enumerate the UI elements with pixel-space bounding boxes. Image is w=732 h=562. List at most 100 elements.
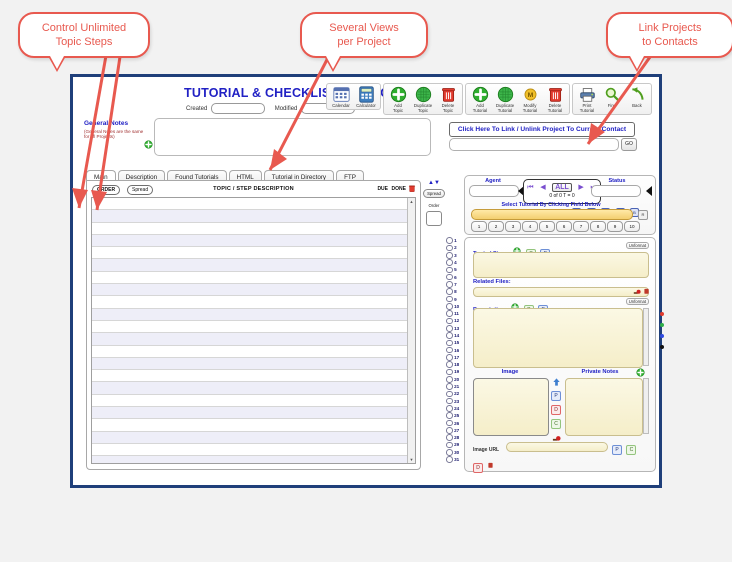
green-plus-icon[interactable] xyxy=(636,368,645,377)
url-delete-button[interactable]: D xyxy=(473,463,483,473)
table-row[interactable] xyxy=(92,456,407,464)
table-row[interactable] xyxy=(92,235,407,247)
step-radio[interactable] xyxy=(446,434,453,441)
tutorial-number-button-4[interactable]: 4 xyxy=(522,221,538,232)
list-item[interactable]: 6 xyxy=(446,273,463,280)
list-item[interactable]: 25 xyxy=(446,412,463,419)
table-row[interactable] xyxy=(92,395,407,407)
list-item[interactable]: 7 xyxy=(446,281,463,288)
step-radio[interactable] xyxy=(446,325,453,332)
table-row[interactable] xyxy=(92,309,407,321)
list-item[interactable]: 24 xyxy=(446,405,463,412)
step-radio[interactable] xyxy=(446,288,453,295)
topic-step-input[interactable] xyxy=(473,252,649,278)
list-item[interactable]: 9 xyxy=(446,295,463,302)
image-copy-button[interactable]: C xyxy=(551,419,561,429)
step-radio[interactable] xyxy=(446,332,453,339)
red-trash-icon[interactable] xyxy=(408,184,416,193)
list-item[interactable]: 12 xyxy=(446,317,463,324)
step-radio[interactable] xyxy=(446,398,453,405)
list-item[interactable]: 16 xyxy=(446,346,463,353)
list-item[interactable]: 5 xyxy=(446,266,463,273)
table-row[interactable] xyxy=(92,370,407,382)
list-item[interactable]: 1 xyxy=(446,237,463,244)
list-item[interactable]: 8 xyxy=(446,288,463,295)
table-row[interactable] xyxy=(92,358,407,370)
list-scrollbar[interactable]: ▲ ▼ xyxy=(407,198,415,463)
table-row[interactable] xyxy=(92,444,407,456)
step-radio[interactable] xyxy=(446,442,453,449)
url-copy-button[interactable]: C xyxy=(626,445,636,455)
step-radio[interactable] xyxy=(446,456,453,463)
table-row[interactable] xyxy=(92,321,407,333)
list-item[interactable]: 31 xyxy=(446,456,463,463)
table-row[interactable] xyxy=(92,407,407,419)
modify-tutorial-button[interactable]: M Modify Tutorial xyxy=(518,86,542,114)
step-radio[interactable] xyxy=(446,310,453,317)
first-record-icon[interactable]: ⏮ xyxy=(527,184,533,191)
list-item[interactable]: 3 xyxy=(446,252,463,259)
step-radio[interactable] xyxy=(446,281,453,288)
topic-step-rows[interactable]: ▲ ▼ xyxy=(91,197,416,464)
related-files-input[interactable] xyxy=(473,287,649,297)
tutorial-number-button-8[interactable]: 8 xyxy=(590,221,606,232)
previous-record-icon[interactable]: ◀ xyxy=(540,184,545,191)
select-tutorial-field[interactable] xyxy=(471,209,633,220)
step-radio[interactable] xyxy=(446,252,453,259)
list-item[interactable]: 27 xyxy=(446,427,463,434)
tutorial-number-button-2[interactable]: 2 xyxy=(488,221,504,232)
image-box[interactable] xyxy=(473,378,549,436)
url-paste-button[interactable]: P xyxy=(612,445,622,455)
step-radio[interactable] xyxy=(446,303,453,310)
color-swatch[interactable] xyxy=(660,323,664,327)
table-row[interactable] xyxy=(92,247,407,259)
list-item[interactable]: 29 xyxy=(446,441,463,448)
list-item[interactable]: 14 xyxy=(446,332,463,339)
step-radio[interactable] xyxy=(446,245,453,252)
list-item[interactable]: 10 xyxy=(446,303,463,310)
list-item[interactable]: 18 xyxy=(446,361,463,368)
step-radio[interactable] xyxy=(446,391,453,398)
step-radio[interactable] xyxy=(446,259,453,266)
list-item[interactable]: 28 xyxy=(446,434,463,441)
color-swatch[interactable] xyxy=(660,345,664,349)
add-topic-button[interactable]: Add Topic xyxy=(386,86,410,114)
step-radio[interactable] xyxy=(446,347,453,354)
table-row[interactable] xyxy=(92,432,407,444)
description-unformat-button[interactable]: Unformat xyxy=(626,298,649,305)
image-paste-button[interactable]: P xyxy=(551,391,561,401)
status-field[interactable] xyxy=(591,185,641,197)
list-item[interactable]: 15 xyxy=(446,339,463,346)
step-radio[interactable] xyxy=(446,361,453,368)
list-item[interactable]: 4 xyxy=(446,259,463,266)
table-row[interactable] xyxy=(92,419,407,431)
tutorial-number-button-10[interactable]: 10 xyxy=(624,221,640,232)
duplicate-tutorial-button[interactable]: Duplicate Tutorial xyxy=(493,86,517,114)
agent-field[interactable] xyxy=(469,185,519,197)
list-item[interactable]: 26 xyxy=(446,419,463,426)
step-radio[interactable] xyxy=(446,340,453,347)
list-item[interactable]: 22 xyxy=(446,390,463,397)
list-item[interactable]: 20 xyxy=(446,376,463,383)
duplicate-topic-button[interactable]: Duplicate Topic xyxy=(411,86,435,114)
reset-button[interactable]: R xyxy=(638,210,648,220)
step-radio[interactable] xyxy=(446,267,453,274)
list-item[interactable]: 30 xyxy=(446,449,463,456)
tutorial-number-button-1[interactable]: 1 xyxy=(471,221,487,232)
step-radio[interactable] xyxy=(446,318,453,325)
step-radio[interactable] xyxy=(446,376,453,383)
description-scrollbar[interactable] xyxy=(643,308,649,366)
table-row[interactable] xyxy=(92,333,407,345)
list-item[interactable]: 23 xyxy=(446,398,463,405)
topic-unformat-button[interactable]: Unformat xyxy=(626,242,649,249)
url-attach-icon[interactable] xyxy=(487,461,494,469)
spread-toggle-button[interactable]: Spread xyxy=(423,189,445,198)
table-row[interactable] xyxy=(92,382,407,394)
tutorial-number-button-6[interactable]: 6 xyxy=(556,221,572,232)
step-radio[interactable] xyxy=(446,383,453,390)
delete-file-icon[interactable] xyxy=(643,287,650,295)
image-delete-button[interactable]: D xyxy=(551,405,561,415)
list-item[interactable]: 21 xyxy=(446,383,463,390)
step-radio[interactable] xyxy=(446,449,453,456)
delete-topic-button[interactable]: Delete Topic xyxy=(436,86,460,114)
